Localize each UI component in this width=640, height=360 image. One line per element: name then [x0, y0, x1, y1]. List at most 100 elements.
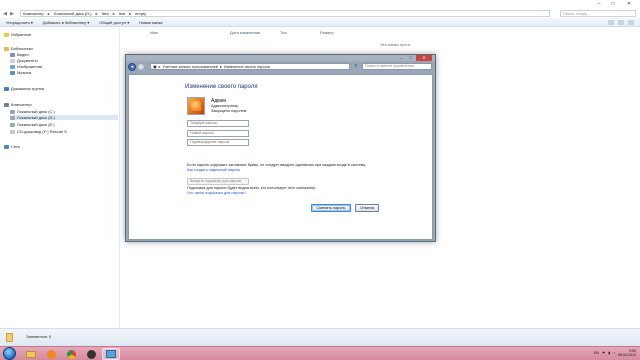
organize-button[interactable]: Упорядочить ▾ [6, 20, 33, 25]
cd-drive-icon [10, 129, 15, 134]
network-tray-icon[interactable]: ▮ [608, 351, 610, 355]
dialog-content: Изменение своего пароля Админ Администра… [128, 74, 433, 240]
clock[interactable]: 9:05 08.04.2013 [618, 349, 636, 357]
change-password-button[interactable]: Сменить пароль [311, 204, 351, 212]
back-button[interactable]: ◂ [128, 63, 136, 71]
password-hint-field[interactable]: Введите подсказку для пароля [187, 178, 249, 185]
add-to-library-button[interactable]: Добавить в библиотеку ▾ [43, 20, 89, 25]
nav-libraries[interactable]: Библиотеки [4, 46, 33, 51]
back-arrow-icon[interactable]: ◀ [2, 11, 8, 17]
explorer-titlebar: – □ ✕ [0, 0, 640, 8]
breadcrumb-item[interactable]: Учетные записи пользователей [163, 65, 218, 69]
nav-library-music[interactable]: Музыка [10, 70, 31, 75]
nav-library-pictures[interactable]: Изображения [10, 64, 42, 69]
preview-pane-icon[interactable] [618, 20, 624, 25]
documents-icon [10, 58, 15, 63]
taskbar-app-icon[interactable] [82, 348, 100, 360]
dialog-maximize-button[interactable]: □ [406, 55, 415, 61]
column-size[interactable]: Размер [320, 30, 360, 35]
user-protection-status: Защищено паролем [211, 109, 247, 113]
forward-button[interactable]: ▸ [137, 63, 145, 71]
user-role: Администратор [211, 104, 239, 108]
breadcrumb-item[interactable]: empty [135, 11, 146, 16]
nav-homegroup[interactable]: Домашняя группа [4, 86, 44, 91]
window-controls: – □ ✕ [592, 0, 638, 8]
nav-network[interactable]: Сеть [4, 144, 20, 149]
user-avatar [187, 97, 205, 115]
caps-lock-note: Если пароль содержит заглавные буквы, их… [187, 163, 366, 167]
file-list-header: Имя Дата изменения Тип Размер [150, 30, 360, 35]
strong-password-link[interactable]: Как создать надежный пароль [187, 168, 240, 172]
explorer-address-row: ◀ ▶ Компьютер ▸ Локальный диск (D:) ▸ fi… [0, 9, 640, 18]
column-name[interactable]: Имя [150, 30, 230, 35]
navigation-pane: Избранное Библиотеки Видео Документы Изо… [0, 28, 120, 328]
explorer-address-bar[interactable]: Компьютер ▸ Локальный диск (D:) ▸ files … [20, 10, 550, 17]
breadcrumb-item[interactable]: files [102, 11, 109, 16]
homegroup-icon [4, 86, 9, 91]
clock-date: 08.04.2013 [618, 353, 636, 357]
start-button[interactable] [3, 347, 16, 360]
taskbar-media-player-icon[interactable] [42, 348, 60, 360]
nav-drive-e[interactable]: Локальный диск (E:) [10, 122, 55, 127]
volume-icon[interactable]: ♪ [613, 351, 615, 355]
control-panel-icon: ▣ [153, 65, 157, 69]
nav-library-documents[interactable]: Документы [10, 58, 38, 63]
breadcrumb-item[interactable]: Компьютер [23, 11, 44, 16]
nav-drive-f[interactable]: CD-дисковод (F:) Rescue 5 [10, 129, 67, 134]
confirm-password-field[interactable]: Подтверждение пароля [187, 139, 249, 146]
taskbar-explorer-icon[interactable] [22, 348, 40, 360]
item-count: Элементов: 0 [26, 334, 52, 339]
password-hint-help-link[interactable]: Что такое подсказка для пароля? [187, 191, 246, 195]
change-password-window: – □ ✕ ◂ ▸ ▣ ▸ Учетные записи пользовател… [125, 54, 436, 242]
nav-computer[interactable]: Компьютер [4, 102, 32, 107]
current-password-field[interactable]: Текущий пароль [187, 120, 249, 127]
nav-drive-d[interactable]: Локальный диск (D:) [10, 115, 118, 120]
share-button[interactable]: Общий доступ ▾ [99, 20, 129, 25]
status-bar: Элементов: 0 [0, 328, 640, 346]
breadcrumb-item[interactable]: Локальный диск (D:) [54, 11, 92, 16]
close-button[interactable]: ✕ [620, 0, 638, 8]
explorer-search-input[interactable]: Поиск: empty [560, 10, 636, 17]
cancel-button[interactable]: Отмена [355, 204, 379, 212]
folder-icon [6, 333, 13, 342]
refresh-icon[interactable]: ↻ [352, 63, 360, 70]
new-folder-button[interactable]: Новая папка [139, 20, 162, 25]
star-icon [4, 32, 9, 37]
nav-favorites[interactable]: Избранное [4, 32, 31, 37]
taskbar-browser-icon[interactable] [62, 348, 80, 360]
taskbar: EN ⚑ ▮ ♪ 9:05 08.04.2013 [0, 346, 640, 360]
empty-folder-message: Эта папка пуста. [380, 42, 411, 47]
nav-library-video[interactable]: Видео [10, 52, 29, 57]
breadcrumb-item[interactable]: Изменение своего пароля [224, 65, 270, 69]
help-icon[interactable] [628, 20, 634, 25]
tray-flag-icon[interactable]: ⚑ [602, 351, 605, 355]
network-icon [4, 144, 9, 149]
maximize-button[interactable]: □ [606, 0, 620, 8]
computer-icon [4, 102, 9, 107]
breadcrumb-item[interactable]: test [119, 11, 125, 16]
music-icon [10, 70, 15, 75]
nav-drive-c[interactable]: Локальный диск (C:) [10, 109, 55, 114]
language-indicator[interactable]: EN [594, 351, 599, 355]
view-options-icon[interactable] [608, 20, 614, 25]
column-type[interactable]: Тип [280, 30, 320, 35]
dialog-nav-row: ◂ ▸ ▣ ▸ Учетные записи пользователей ▸ И… [128, 62, 433, 72]
dialog-minimize-button[interactable]: – [397, 55, 406, 61]
page-title: Изменение своего пароля [185, 84, 258, 90]
system-tray: EN ⚑ ▮ ♪ 9:05 08.04.2013 [594, 349, 636, 357]
library-icon [4, 46, 9, 51]
taskbar-control-panel-icon[interactable] [102, 348, 120, 360]
dialog-address-bar[interactable]: ▣ ▸ Учетные записи пользователей ▸ Измен… [150, 63, 350, 70]
drive-icon [10, 122, 15, 127]
forward-arrow-icon[interactable]: ▶ [9, 11, 15, 17]
dialog-search-input[interactable]: Поиск в панели управления [362, 63, 432, 70]
minimize-button[interactable]: – [592, 0, 606, 8]
column-date[interactable]: Дата изменения [230, 30, 280, 35]
hint-visibility-note: Подсказка для пароля будет видна всем, к… [187, 186, 317, 190]
drive-icon [10, 109, 15, 114]
new-password-field[interactable]: Новый пароль [187, 130, 249, 137]
dialog-titlebar: – □ ✕ [126, 55, 435, 61]
dialog-close-button[interactable]: ✕ [416, 55, 432, 61]
explorer-toolbar: Упорядочить ▾ Добавить в библиотеку ▾ Об… [0, 18, 640, 27]
drive-icon [10, 115, 15, 120]
